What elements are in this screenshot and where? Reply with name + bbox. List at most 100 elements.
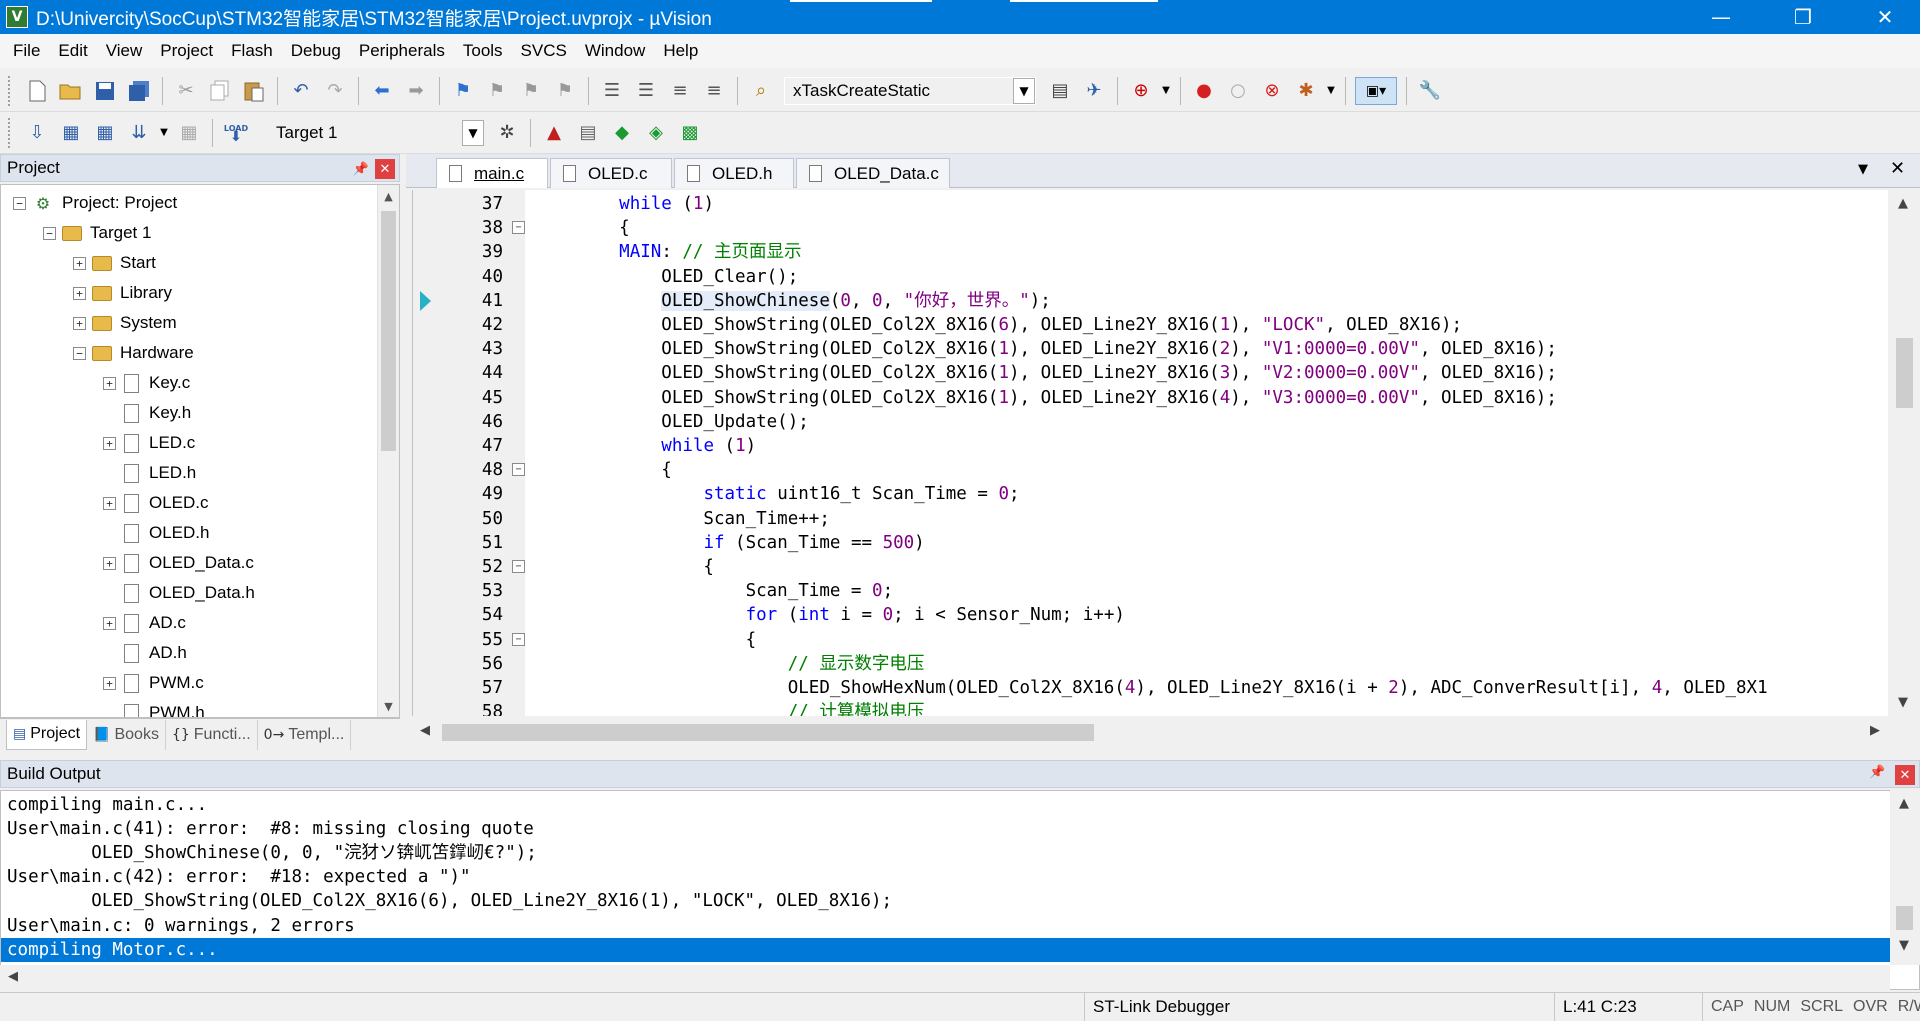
translate-icon[interactable]: ⇩ xyxy=(23,119,51,147)
run-time-environment-icon[interactable]: ▩ xyxy=(676,119,704,147)
code-line[interactable]: 56 // 显示数字电压 xyxy=(413,652,1888,676)
build-output-line[interactable]: User\main.c(41): error: #8: missing clos… xyxy=(7,817,534,841)
find-in-files-icon[interactable]: ⌕ xyxy=(747,77,775,105)
tree-item-file[interactable]: + OLED.c xyxy=(103,488,209,518)
undo-icon[interactable]: ↶ xyxy=(287,77,315,105)
chevron-down-icon[interactable]: ▼ xyxy=(462,119,484,146)
expand-icon[interactable]: + xyxy=(103,496,116,510)
clear-bookmarks-icon[interactable]: ⚑ xyxy=(551,77,579,105)
toolbar-grip[interactable] xyxy=(8,75,12,106)
code-line[interactable]: 51 if (Scan_Time == 500) xyxy=(413,531,1888,555)
tab-oled-h[interactable]: OLED.h xyxy=(674,158,794,188)
scrollbar-thumb[interactable] xyxy=(442,724,1094,741)
tree-item-group[interactable]: + Library xyxy=(73,278,172,308)
target-combo[interactable]: Target 1 ▼ xyxy=(269,118,485,147)
batch-build-icon[interactable]: ⇊ xyxy=(125,119,153,147)
tab-oled-data-c[interactable]: OLED_Data.c xyxy=(796,158,950,188)
scroll-up-icon[interactable]: ▲ xyxy=(1898,196,1908,211)
expand-icon[interactable]: + xyxy=(103,616,116,630)
code-line[interactable]: 44 OLED_ShowString(OLED_Col2X_8X16(1), O… xyxy=(413,361,1888,385)
scrollbar-thumb[interactable] xyxy=(1896,906,1913,930)
target-options-icon[interactable]: ✲ xyxy=(493,119,521,147)
chevron-down-icon[interactable]: ▼ xyxy=(1161,77,1171,105)
code-line[interactable]: 49 static uint16_t Scan_Time = 0; xyxy=(413,482,1888,506)
window-layout-icon[interactable]: ▣▾ xyxy=(1355,76,1397,105)
bookmark-icon[interactable]: ⚑ xyxy=(449,77,477,105)
nav-back-icon[interactable]: ⬅ xyxy=(368,77,396,105)
menu-window[interactable]: Window xyxy=(576,41,654,61)
tab-list-dropdown-icon[interactable]: ▼ xyxy=(1858,162,1868,177)
nav-forward-icon[interactable]: ➡ xyxy=(402,77,430,105)
tree-item-file[interactable]: + PWM.c xyxy=(103,668,204,698)
editor-vertical-scrollbar[interactable]: ▲ ▼ xyxy=(1888,190,1920,716)
close-window-button[interactable]: ✕ xyxy=(1850,0,1920,34)
expand-icon[interactable]: + xyxy=(103,676,116,690)
menu-peripherals[interactable]: Peripherals xyxy=(350,41,454,61)
pin-icon[interactable]: 📌 xyxy=(1869,765,1885,780)
pin-icon[interactable]: 📌 xyxy=(351,159,371,179)
tree-item-project[interactable]: − ⚙ Project: Project xyxy=(13,188,177,218)
chevron-down-icon[interactable]: ▼ xyxy=(159,119,169,147)
build-icon[interactable]: ▦ xyxy=(57,119,85,147)
kill-breakpoints-icon[interactable]: ✱ xyxy=(1292,77,1320,105)
breakpoint-icon[interactable]: ● xyxy=(1190,77,1218,105)
tab-oled-c[interactable]: OLED.c xyxy=(550,158,672,188)
tab-project[interactable]: ▤ Project xyxy=(6,719,88,750)
tree-item-file[interactable]: OLED.h xyxy=(103,518,209,548)
scroll-up-icon[interactable]: ▲ xyxy=(1899,796,1909,811)
save-all-icon[interactable] xyxy=(125,77,153,105)
tree-item-group[interactable]: + System xyxy=(73,308,177,338)
close-panel-button[interactable]: ✕ xyxy=(375,159,395,179)
build-output-vertical-scrollbar[interactable]: ▲ ▼ xyxy=(1890,790,1920,965)
scroll-right-icon[interactable]: ▶ xyxy=(1870,723,1880,738)
menu-file[interactable]: File xyxy=(4,41,49,61)
code-line[interactable]: 48− { xyxy=(413,458,1888,482)
expand-icon[interactable]: + xyxy=(103,376,116,390)
menu-project[interactable]: Project xyxy=(151,41,222,61)
expand-icon[interactable]: + xyxy=(73,256,86,270)
menu-svcs[interactable]: SVCS xyxy=(512,41,576,61)
uncomment-icon[interactable]: ≡ xyxy=(700,77,728,105)
incremental-find-icon[interactable]: ✈ xyxy=(1080,77,1108,105)
expand-icon[interactable]: + xyxy=(73,316,86,330)
chevron-down-icon[interactable]: ▼ xyxy=(1013,77,1035,104)
save-icon[interactable] xyxy=(91,77,119,105)
load-download-icon[interactable]: LOAD ⬇ xyxy=(222,119,250,147)
expand-icon[interactable]: + xyxy=(103,436,116,450)
pack-installer-icon[interactable]: ◈ xyxy=(642,119,670,147)
build-output-line[interactable]: User\main.c(42): error: #18: expected a … xyxy=(7,865,471,889)
copy-icon[interactable] xyxy=(206,77,234,105)
find-icon[interactable]: ▤ xyxy=(1046,77,1074,105)
fold-toggle-icon[interactable]: − xyxy=(512,632,525,646)
zoom-debug-icon[interactable]: ⊕ xyxy=(1127,77,1155,105)
code-line[interactable]: 53 Scan_Time = 0; xyxy=(413,579,1888,603)
menu-tools[interactable]: Tools xyxy=(454,41,512,61)
tree-item-file[interactable]: LED.h xyxy=(103,458,196,488)
next-bookmark-icon[interactable]: ⚑ xyxy=(517,77,545,105)
tab-books[interactable]: 📘 Books xyxy=(87,719,166,750)
tree-item-file[interactable]: + AD.c xyxy=(103,608,186,638)
collapse-icon[interactable]: − xyxy=(13,196,26,210)
menu-view[interactable]: View xyxy=(97,41,152,61)
code-line[interactable]: 54 for (int i = 0; i < Sensor_Num; i++) xyxy=(413,603,1888,627)
chevron-down-icon[interactable]: ▼ xyxy=(1326,77,1336,105)
menu-edit[interactable]: Edit xyxy=(49,41,96,61)
build-output-line[interactable]: OLED_ShowChinese(0, 0, "浣犲ソ锛屼笘鐣屻€?"); xyxy=(7,841,537,865)
toolbar-grip[interactable] xyxy=(8,117,12,148)
restore-button[interactable]: ❐ xyxy=(1768,0,1838,34)
build-output-line[interactable]: OLED_ShowString(OLED_Col2X_8X16(6), OLED… xyxy=(7,889,892,913)
code-line[interactable]: 50 Scan_Time++; xyxy=(413,507,1888,531)
disable-all-breakpoints-icon[interactable]: ⊗ xyxy=(1258,77,1286,105)
expand-icon[interactable]: + xyxy=(73,286,86,300)
close-panel-button[interactable]: ✕ xyxy=(1895,765,1915,785)
scrollbar-thumb[interactable] xyxy=(381,211,396,451)
unindent-icon[interactable]: ☰ xyxy=(632,77,660,105)
code-line[interactable]: 58 // 计算模拟电压 xyxy=(413,700,1888,716)
build-output-line[interactable]: User\main.c: 0 warnings, 2 errors xyxy=(7,914,355,938)
fold-toggle-icon[interactable]: − xyxy=(512,463,525,477)
tree-item-file[interactable]: Key.h xyxy=(103,398,191,428)
indent-icon[interactable]: ☰ xyxy=(598,77,626,105)
new-file-icon[interactable] xyxy=(23,77,51,105)
tab-main-c[interactable]: main.c xyxy=(436,158,548,188)
tree-item-group[interactable]: − Hardware xyxy=(73,338,194,368)
